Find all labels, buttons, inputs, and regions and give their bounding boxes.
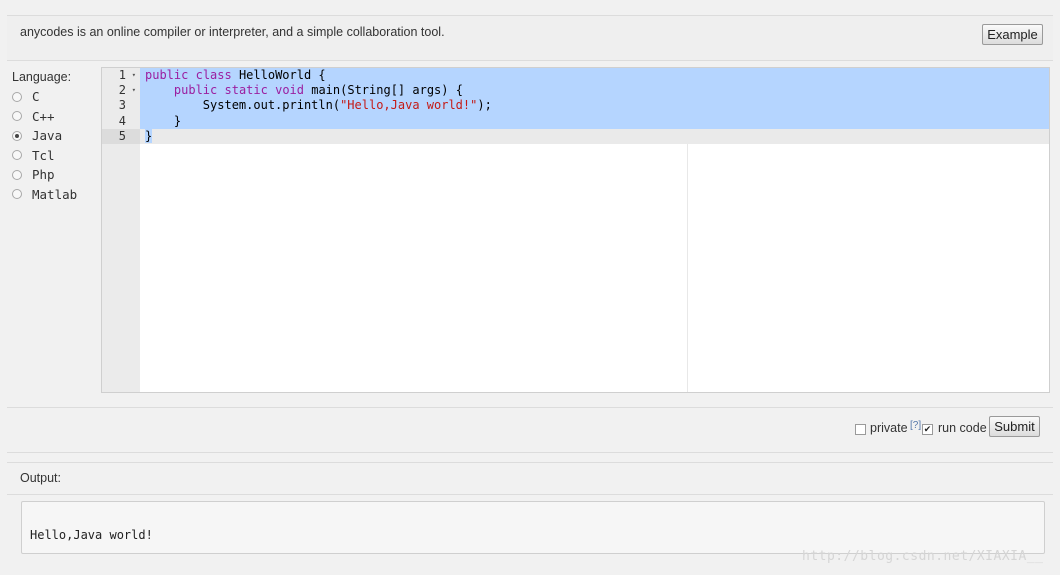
radio-button[interactable] — [12, 111, 22, 122]
language-option-label: Matlab — [32, 186, 78, 202]
code-line: } — [140, 128, 1049, 144]
language-option-tcl[interactable]: Tcl — [12, 146, 96, 166]
example-button[interactable]: Example — [982, 24, 1043, 45]
code-line: } — [140, 113, 1049, 129]
language-option-label: Java — [32, 128, 63, 144]
language-option-c[interactable]: C — [12, 87, 96, 107]
language-option-php[interactable]: Php — [12, 165, 96, 185]
header-bar: anycodes is an online compiler or interp… — [7, 15, 1053, 61]
language-option-matlab[interactable]: Matlab — [12, 185, 96, 205]
radio-button[interactable] — [12, 150, 22, 161]
line-number: 1 ▾ — [118, 68, 136, 83]
fold-arrow-icon[interactable]: ▾ — [132, 68, 136, 83]
code-line: System.out.println("Hello,Java world!"); — [140, 98, 1049, 114]
help-link[interactable]: [?] — [910, 420, 921, 431]
site-description: anycodes is an online compiler or interp… — [20, 25, 445, 39]
language-panel: Language: C C++ Java Tcl Php Matlab — [12, 70, 96, 204]
line-number: 4 — [118, 113, 126, 128]
language-option-java[interactable]: Java — [12, 126, 96, 146]
divider — [7, 452, 1053, 453]
line-number: 2 ▾ — [118, 83, 136, 98]
line-number-gutter: 1 ▾ 2 ▾ 3 4 5 — [102, 68, 140, 392]
fold-arrow-icon[interactable]: ▾ — [132, 83, 136, 98]
code-editor[interactable]: 1 ▾ 2 ▾ 3 4 5 public class HelloWorld { public… — [101, 67, 1050, 393]
output-header: Output: — [7, 462, 1053, 495]
radio-button[interactable] — [12, 130, 22, 141]
language-option-label: Php — [32, 167, 55, 183]
watermark: http://blog.csdn.net/XIAXIA__ — [802, 549, 1044, 564]
language-option-label: Tcl — [32, 147, 55, 163]
code-area[interactable]: public class HelloWorld { public static … — [140, 68, 1049, 392]
code-line: public static void main(String[] args) { — [140, 83, 1049, 99]
code-line: public class HelloWorld { — [140, 68, 1049, 84]
radio-button[interactable] — [12, 91, 22, 102]
output-title: Output: — [20, 471, 61, 485]
submit-button[interactable]: Submit — [989, 416, 1040, 437]
submit-row: private [?] ✔ run code Submit — [7, 408, 1053, 452]
radio-button[interactable] — [12, 189, 22, 200]
language-option-cplusplus[interactable]: C++ — [12, 107, 96, 127]
private-checkbox[interactable] — [855, 424, 866, 435]
private-label: private — [870, 421, 908, 435]
line-number: 3 — [118, 98, 126, 113]
language-option-label: C — [32, 89, 40, 105]
language-option-label: C++ — [32, 108, 55, 124]
radio-button[interactable] — [12, 169, 22, 180]
language-list: C C++ Java Tcl Php Matlab — [12, 87, 96, 204]
line-number: 5 — [102, 128, 140, 144]
run-code-label: run code — [938, 421, 987, 435]
language-title: Language: — [12, 70, 72, 84]
run-code-checkbox[interactable]: ✔ — [922, 424, 933, 435]
output-text: Hello,Java world! — [30, 528, 153, 542]
output-panel: Hello,Java world! — [21, 501, 1045, 554]
